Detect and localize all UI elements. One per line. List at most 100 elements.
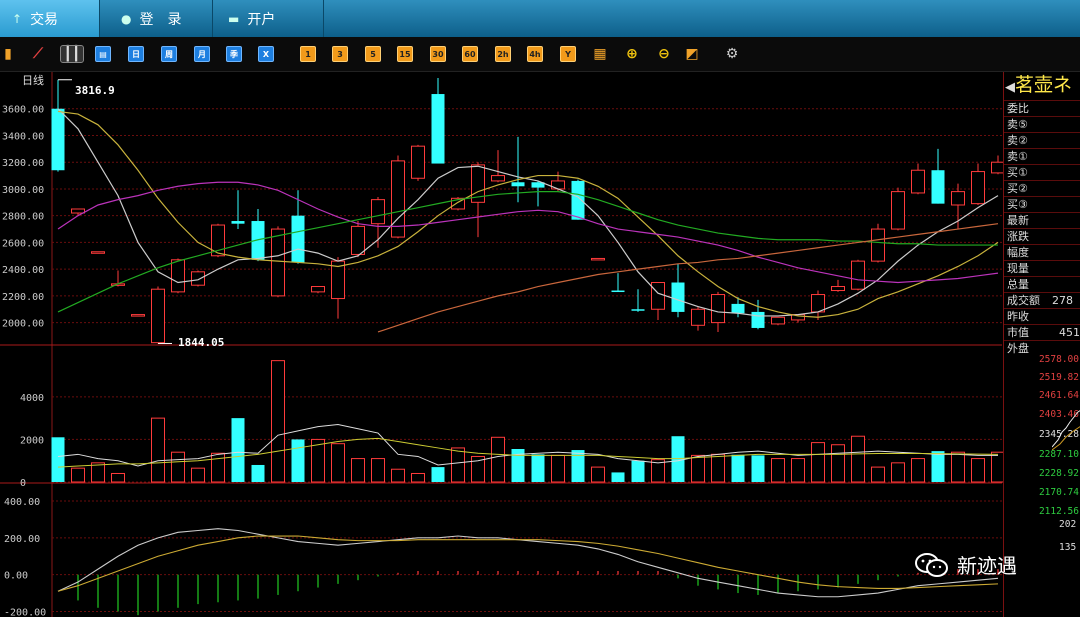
quote-row: 卖② (1004, 132, 1080, 148)
draw-line-icon[interactable]: ◩ (684, 46, 700, 62)
stock-name: ◀茗壶ネ (1005, 74, 1073, 96)
price-tick-label: 2200.00 (2, 292, 44, 303)
candle-body (891, 191, 905, 230)
macd-line-dif (57, 528, 999, 598)
volume-bar (531, 454, 545, 482)
candle-body (631, 309, 645, 311)
minute-5-button[interactable]: 5 (365, 46, 381, 62)
tab-trade[interactable]: ↑ 交易 (0, 0, 100, 37)
volume-bar (891, 462, 905, 483)
price-tick-label: 3400.00 (2, 131, 44, 142)
candle-body (731, 303, 745, 314)
minute-15-button[interactable]: 15 (397, 46, 413, 62)
candle-body (131, 314, 145, 317)
kline-chart[interactable]: 3600.00 3400.00 3200.00 3000.00 2800.00 2600.… (0, 72, 1003, 617)
quote-row: 买① (1004, 164, 1080, 180)
volume-bar (911, 458, 925, 483)
volume-bar (751, 455, 765, 482)
candle-body (511, 182, 525, 187)
volume-bar (151, 417, 165, 483)
quote-row: 涨跌 (1004, 228, 1080, 244)
volume-bar (811, 442, 825, 483)
chart-grid (0, 72, 1002, 617)
candle-body (431, 94, 445, 164)
hour-4-button[interactable]: 4h (527, 46, 543, 62)
macd-panel (57, 528, 999, 616)
tab-trade-label: 交易 (30, 11, 59, 28)
market-cap-value: 451 (1059, 326, 1080, 339)
volume-bar (111, 472, 125, 483)
price-tick-label: 2400.00 (2, 265, 44, 276)
line-chart-icon[interactable]: ⟋ (30, 46, 46, 62)
price-tick-label: 2600.00 (2, 238, 44, 249)
price-tick-label: 3600.00 (2, 105, 44, 116)
volume-bar (611, 472, 625, 482)
minute-30-button[interactable]: 30 (430, 46, 446, 62)
volume-bar (711, 453, 725, 483)
volume-bar (371, 458, 385, 483)
tab-open-account[interactable]: ▬ 开户 (214, 0, 324, 37)
quote-row: 卖⑤ (1004, 116, 1080, 132)
mini-price-6: 2228.92 (1038, 468, 1079, 479)
mini-price-0: 2578.00 (1038, 354, 1079, 365)
mini-price-line (1052, 410, 1080, 451)
zoom-out-icon[interactable]: ⊖ (656, 46, 672, 62)
mini-price-8: 2112.56 (1038, 506, 1079, 517)
watermark: 新迹遇 (915, 550, 1017, 579)
price-tick-label: 3200.00 (2, 158, 44, 169)
calendar-icon[interactable]: ▤ (95, 46, 111, 62)
candle-body (911, 169, 925, 194)
period-month-button[interactable]: 月 (194, 46, 210, 62)
volume-bar (231, 418, 245, 482)
macd-tick-label: -200.00 (4, 607, 46, 617)
volume-tick-label: 2000 (20, 435, 44, 446)
candle-body (931, 170, 945, 204)
edit-icon[interactable]: ▦ (592, 46, 608, 62)
volume-bar (591, 466, 605, 483)
chart-toolbar: ▮ ⟋ ┃┃ ▤ 日 周 月 季 X 1 3 5 15 30 60 2h 4h … (0, 37, 1080, 72)
minute-60-button[interactable]: 60 (462, 46, 478, 62)
hour-2-button[interactable]: 2h (495, 46, 511, 62)
candle-body (291, 215, 305, 263)
candle-body (51, 108, 65, 171)
quote-row: 幅度 (1004, 244, 1080, 260)
candlestick-icon[interactable]: ┃┃ (60, 45, 84, 63)
volume-bar (971, 458, 985, 483)
volume-bar (551, 454, 565, 483)
candle-body (271, 228, 285, 297)
candle-body (311, 286, 325, 293)
volume-bar (391, 468, 405, 483)
period-day-button[interactable]: 日 (128, 46, 144, 62)
volume-bar (951, 451, 965, 483)
zoom-in-icon[interactable]: ⊕ (624, 46, 640, 62)
gear-icon[interactable]: ⚙ (724, 46, 740, 62)
volume-bar (351, 458, 365, 483)
period-week-button[interactable]: 周 (161, 46, 177, 62)
tab-login[interactable]: ● 登 录 (101, 0, 213, 37)
candle-body (91, 251, 105, 254)
minute-1-button[interactable]: 1 (300, 46, 316, 62)
price-tick-label: 3000.00 (2, 185, 44, 196)
candle-body (871, 228, 885, 262)
mini-vol-1: 135 (1059, 542, 1077, 553)
candle-body (491, 175, 505, 182)
volume-bar (331, 443, 345, 483)
high-label: 3816.9 (75, 84, 115, 97)
axis-labels: 3600.00 3400.00 3200.00 3000.00 2800.00 2600.… (2, 105, 46, 617)
macd-tick-label: 200.00 (4, 534, 40, 545)
ma-line-ma60 (377, 223, 999, 333)
minute-3-button[interactable]: 3 (332, 46, 348, 62)
quote-row: 总量 (1004, 276, 1080, 292)
candle-body (811, 294, 825, 313)
period-x-button[interactable]: X (258, 46, 274, 62)
watermark-text: 新迹遇 (957, 554, 1017, 578)
bar-chart-icon[interactable]: ▮ (0, 46, 16, 62)
mini-price-7: 2170.74 (1038, 487, 1079, 498)
volume-bar (631, 460, 645, 482)
quote-panel: 委比 卖⑤ 卖② 卖① 买① 买② 买③ 最新 涨跌 幅度 现量 总量 成交额 278 昨收 市值 451 外盘 … (1003, 72, 1080, 617)
candle-body (831, 286, 845, 292)
quote-row: 成交额 278 (1004, 292, 1080, 308)
candle-body (971, 171, 985, 205)
period-quarter-button[interactable]: 季 (226, 46, 242, 62)
year-button[interactable]: Y (560, 46, 576, 62)
